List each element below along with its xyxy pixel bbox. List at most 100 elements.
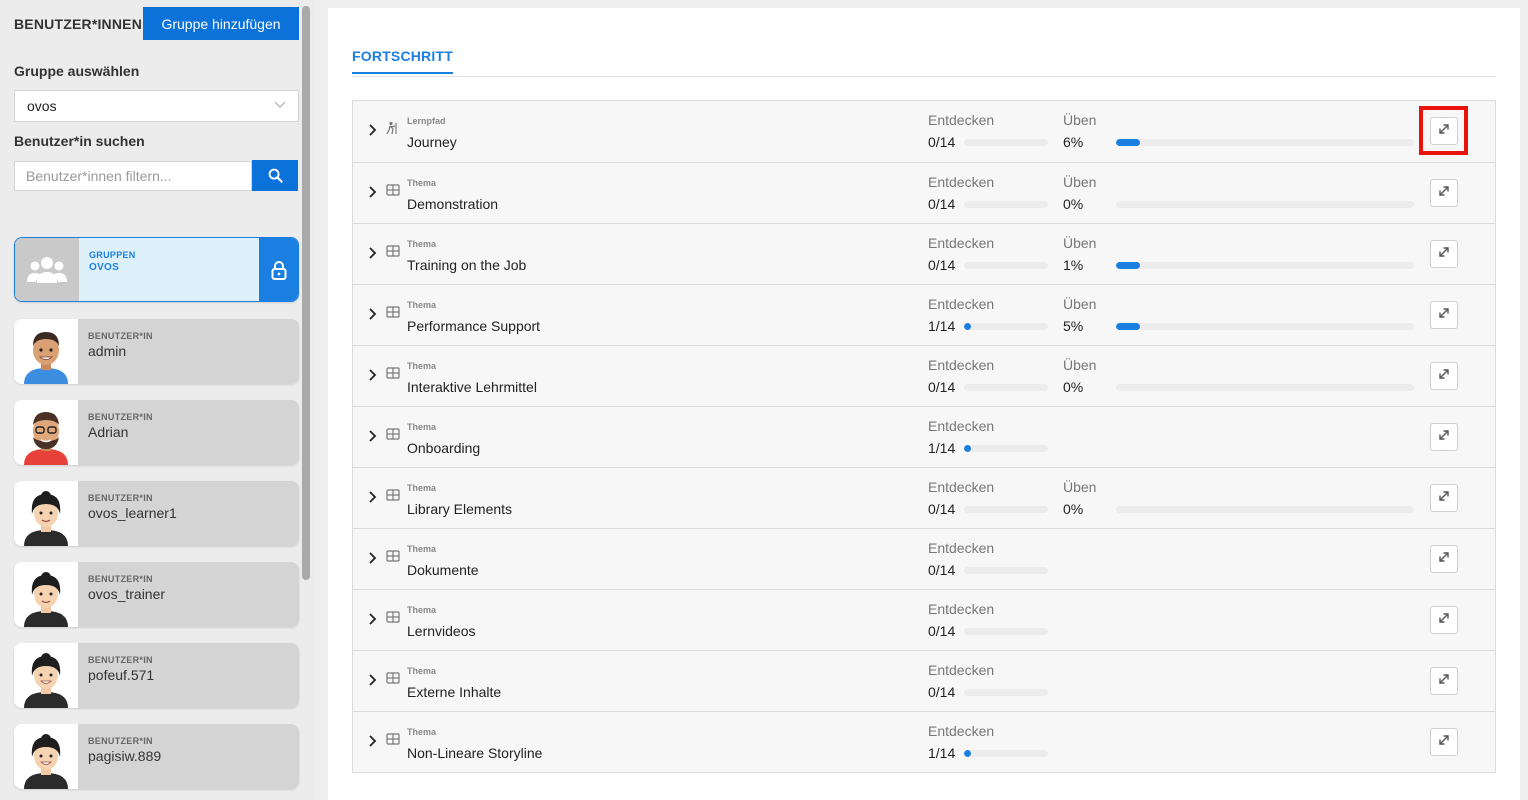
tab-divider — [352, 76, 1496, 77]
expand-button[interactable] — [1430, 423, 1458, 451]
search-icon — [268, 168, 283, 183]
practice-value: 0% — [1063, 501, 1084, 517]
expand-icon — [1437, 184, 1451, 203]
practice-label: Üben — [1063, 479, 1097, 495]
expand-icon — [1437, 245, 1451, 264]
row-kind: Thema — [407, 422, 437, 432]
row-kind: Thema — [407, 300, 437, 310]
chevron-right-icon[interactable] — [367, 246, 379, 260]
select-group-label: Gruppe auswählen — [14, 63, 140, 79]
user-filter-input[interactable] — [14, 161, 252, 191]
grid-icon — [386, 366, 400, 380]
add-group-button[interactable]: Gruppe hinzufügen — [143, 7, 299, 40]
user-card[interactable]: BENUTZER*IN pagisiw.889 — [14, 724, 299, 789]
practice-progress-bar — [1116, 323, 1414, 330]
discover-label: Entdecken — [928, 112, 995, 128]
expand-icon — [1437, 367, 1451, 386]
card-name: ovos_trainer — [88, 586, 166, 602]
expand-icon — [1437, 611, 1451, 630]
expand-icon — [1437, 550, 1451, 569]
user-card[interactable]: BENUTZER*IN ovos_trainer — [14, 562, 299, 627]
chevron-right-icon[interactable] — [367, 185, 379, 199]
tab-progress[interactable]: FORTSCHRITT — [352, 48, 453, 74]
progress-row: Thema Dokumente Entdecken 0/14 — [353, 528, 1495, 589]
practice-value: 1% — [1063, 257, 1084, 273]
discover-progress-bar — [964, 262, 1048, 269]
chevron-right-icon[interactable] — [367, 490, 379, 504]
expand-button[interactable] — [1430, 545, 1458, 573]
row-title: Demonstration — [407, 196, 499, 212]
expand-icon — [1437, 428, 1451, 447]
progress-row: Thema Externe Inhalte Entdecken 0/14 — [353, 650, 1495, 711]
discover-label: Entdecken — [928, 723, 995, 739]
user-card[interactable]: BENUTZER*IN ovos_learner1 — [14, 481, 299, 546]
row-kind: Lernpfad — [407, 116, 446, 126]
discover-value: 1/14 — [928, 318, 956, 334]
card-name: admin — [88, 343, 127, 359]
chevron-right-icon[interactable] — [367, 734, 379, 748]
card-kind: BENUTZER*IN — [88, 736, 153, 746]
progress-row: Thema Performance Support Entdecken 1/14 Übe… — [353, 284, 1495, 345]
lock-button[interactable] — [259, 238, 298, 301]
expand-icon — [1437, 733, 1451, 752]
grid-icon — [386, 549, 400, 563]
chevron-right-icon[interactable] — [367, 368, 379, 382]
discover-progress-bar — [964, 139, 1048, 146]
chevron-right-icon[interactable] — [367, 551, 379, 565]
expand-button[interactable] — [1430, 606, 1458, 634]
group-select[interactable]: ovos — [14, 90, 299, 122]
expand-button[interactable] — [1430, 301, 1458, 329]
expand-button[interactable] — [1430, 362, 1458, 390]
avatar — [14, 481, 78, 546]
discover-value: 0/14 — [928, 196, 956, 212]
discover-label: Entdecken — [928, 601, 995, 617]
row-kind: Thema — [407, 361, 437, 371]
discover-value: 0/14 — [928, 684, 956, 700]
practice-label: Üben — [1063, 174, 1097, 190]
chevron-right-icon[interactable] — [367, 123, 379, 137]
discover-value: 1/14 — [928, 440, 956, 456]
user-card[interactable]: BENUTZER*IN Adrian — [14, 400, 299, 465]
lock-icon — [271, 260, 286, 280]
row-title: Dokumente — [407, 562, 479, 578]
chevron-right-icon[interactable] — [367, 673, 379, 687]
discover-progress-bar — [964, 567, 1048, 574]
user-card[interactable]: BENUTZER*IN pofeuf.571 — [14, 643, 299, 708]
expand-button[interactable] — [1430, 240, 1458, 268]
expand-button[interactable] — [1430, 117, 1458, 145]
expand-button[interactable] — [1430, 667, 1458, 695]
progress-row: Thema Onboarding Entdecken 1/14 — [353, 406, 1495, 467]
practice-progress-bar — [1116, 506, 1414, 513]
expand-button[interactable] — [1430, 484, 1458, 512]
chevron-right-icon[interactable] — [367, 429, 379, 443]
row-title: Externe Inhalte — [407, 684, 502, 700]
avatar — [14, 400, 78, 465]
user-card[interactable]: BENUTZER*IN admin — [14, 319, 299, 384]
chevron-right-icon[interactable] — [367, 612, 379, 626]
progress-row: Thema Non-Lineare Storyline Entdecken 1/14 — [353, 711, 1495, 772]
grid-icon — [386, 610, 400, 624]
card-name: pagisiw.889 — [88, 748, 162, 764]
chevron-right-icon[interactable] — [367, 307, 379, 321]
sidebar-scrollbar[interactable] — [302, 6, 310, 580]
progress-row: Thema Interaktive Lehrmittel Entdecken 0/14… — [353, 345, 1495, 406]
expand-button[interactable] — [1430, 728, 1458, 756]
discover-progress-bar — [964, 506, 1048, 513]
search-button[interactable] — [252, 160, 298, 191]
discover-label: Entdecken — [928, 662, 995, 678]
expand-icon — [1437, 306, 1451, 325]
row-title: Lernvideos — [407, 623, 476, 639]
card-name: pofeuf.571 — [88, 667, 155, 683]
row-kind: Thema — [407, 239, 437, 249]
card-kind: GRUPPEN — [89, 250, 136, 260]
discover-label: Entdecken — [928, 479, 995, 495]
expand-button[interactable] — [1430, 179, 1458, 207]
practice-value: 0% — [1063, 196, 1084, 212]
practice-progress-bar — [1116, 201, 1414, 208]
group-card[interactable]: GRUPPEN OVOS — [14, 237, 299, 302]
discover-progress-bar — [964, 689, 1048, 696]
row-kind: Thema — [407, 483, 437, 493]
card-kind: BENUTZER*IN — [88, 493, 153, 503]
discover-label: Entdecken — [928, 174, 995, 190]
row-title: Training on the Job — [407, 257, 527, 273]
